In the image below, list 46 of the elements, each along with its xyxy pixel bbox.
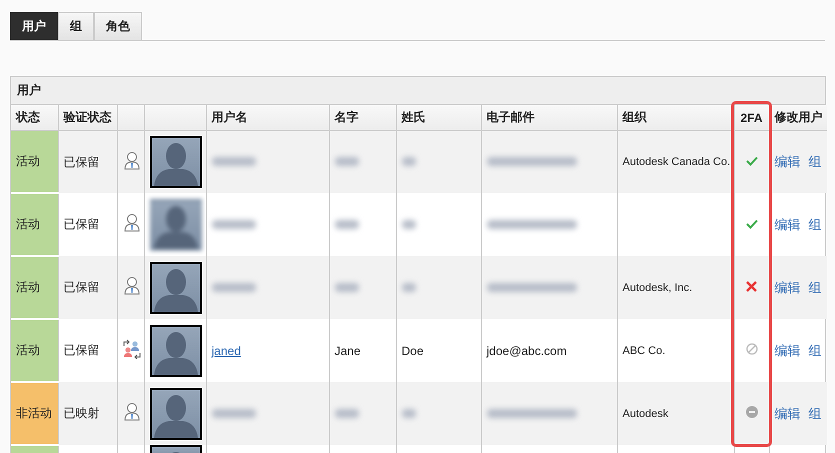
- organization: Autodesk Canada Co.: [622, 156, 730, 168]
- tab[interactable]: 用户: [10, 12, 58, 40]
- organization: ABC Co.: [622, 344, 666, 356]
- user-icon: [122, 150, 140, 170]
- edit-link[interactable]: 编辑: [774, 154, 800, 169]
- status-cell: 活动: [11, 319, 58, 382]
- verification-status: 已保留: [64, 280, 100, 294]
- groups-link[interactable]: 组: [808, 154, 822, 169]
- user-swap-icon: [122, 339, 140, 359]
- status-cell: 活动: [11, 193, 58, 256]
- column-header: 验证状态: [58, 105, 117, 130]
- edit-link[interactable]: 编辑: [774, 216, 800, 232]
- column-header: 姓氏: [396, 105, 481, 130]
- edit-link[interactable]: 编辑: [774, 406, 800, 420]
- last-name: Doe: [402, 344, 424, 358]
- edit-link[interactable]: 编辑: [774, 280, 800, 294]
- column-header: 名字: [329, 105, 396, 130]
- edit-link[interactable]: 编辑: [774, 342, 800, 358]
- groups-link[interactable]: 组: [808, 406, 822, 420]
- column-header: 修改用户: [769, 105, 827, 130]
- status-cell: 活动: [11, 130, 58, 193]
- email-text: jdoe@abc.com: [486, 344, 567, 358]
- column-header: 状态: [11, 105, 58, 130]
- column-header: 电子邮件: [481, 105, 617, 130]
- groups-link[interactable]: 组: [808, 342, 822, 358]
- organization: Autodesk, Inc.: [622, 282, 692, 294]
- tab[interactable]: 角色: [94, 12, 142, 40]
- verification-status: 已保留: [64, 154, 100, 168]
- verification-status: 已保留: [64, 343, 100, 357]
- user-icon: [122, 276, 140, 296]
- column-header: 2FA: [734, 105, 769, 130]
- groups-link[interactable]: 组: [808, 280, 822, 294]
- groups-link[interactable]: 组: [808, 216, 822, 232]
- tab[interactable]: 组: [58, 12, 94, 40]
- first-name: Jane: [334, 344, 361, 358]
- organization: Autodesk: [622, 408, 668, 420]
- column-header: 用户名: [206, 105, 329, 130]
- verification-status: 已保留: [64, 217, 100, 231]
- user-icon: [122, 213, 140, 233]
- username-link[interactable]: janed: [212, 344, 241, 358]
- status-cell: 非活动: [11, 382, 58, 445]
- column-header: 组织: [617, 105, 734, 130]
- verification-status: 已映射: [64, 406, 100, 420]
- status-cell: 活动: [11, 256, 58, 319]
- user-icon: [122, 402, 140, 422]
- panel-title: 用户: [11, 77, 825, 105]
